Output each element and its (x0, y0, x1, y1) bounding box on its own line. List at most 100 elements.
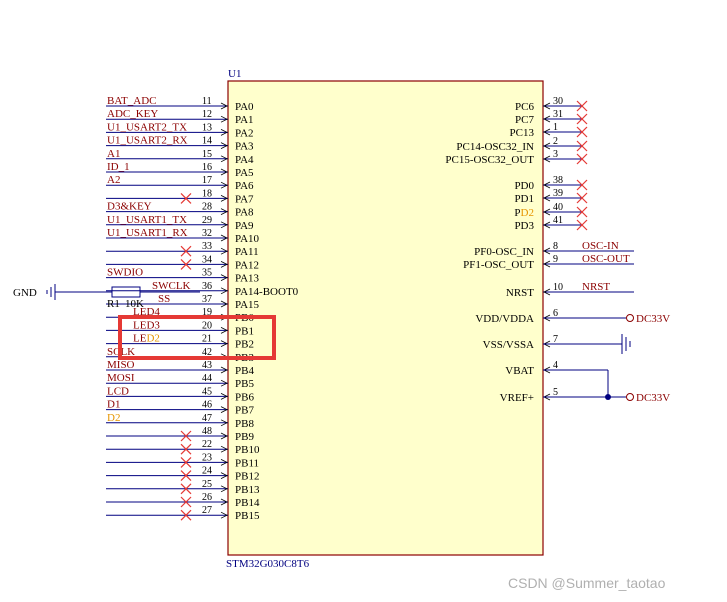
pin-name: PD2 (514, 207, 534, 219)
pin-name: PD3 (514, 220, 534, 232)
pin-number: 17 (202, 175, 212, 186)
pin-name: PB15 (235, 510, 260, 522)
pin-number: 45 (202, 386, 212, 397)
net-label: MISO (107, 359, 135, 371)
pin-name: PB14 (235, 497, 260, 509)
pin-number: 4 (553, 360, 558, 371)
pin-number: 7 (553, 334, 558, 345)
pin-number: 25 (202, 479, 212, 490)
net-label: LCD (107, 385, 129, 397)
net-label: U1_USART1_TX (107, 214, 187, 226)
pin-number: 35 (202, 268, 212, 279)
pin-name: PA9 (235, 220, 254, 232)
pin-number: 44 (202, 373, 212, 384)
pin-number: 47 (202, 413, 212, 424)
pin-name: PA15 (235, 299, 260, 311)
pin-name: PA1 (235, 114, 254, 126)
pin-name: PB11 (235, 457, 259, 469)
pin-name: PB1 (235, 325, 254, 337)
pin-number: 12 (202, 109, 212, 120)
net-label: D3&KEY (107, 201, 152, 213)
chip-part-number: STM32G030C8T6 (226, 558, 310, 570)
net-label: BAT_ADC (107, 95, 157, 107)
net-label: OSC-IN (582, 240, 619, 252)
net-label: U1_USART2_RX (107, 135, 188, 147)
net-label: U1_USART2_TX (107, 121, 187, 133)
vbat-vref-net: DC33V (543, 369, 670, 404)
pin-number: 8 (553, 241, 558, 252)
pin-number: 3 (553, 149, 558, 160)
pin-number: 29 (202, 215, 212, 226)
resistor-value: 10K (125, 298, 144, 310)
pin-name: PA12 (235, 259, 259, 271)
pin-name: PA6 (235, 180, 254, 192)
net-label: D1 (107, 399, 120, 411)
pin-number: 18 (202, 188, 212, 199)
pin-name: PB4 (235, 365, 254, 377)
dc33v-port-2 (626, 393, 634, 401)
net-label: MOSI (107, 372, 135, 384)
schematic: U1 STM32G030C8T6 PA011BAT_ADCPA112ADC_KE… (13, 68, 670, 591)
pin-name: PD0 (514, 180, 534, 192)
net-label: OSC-OUT (582, 253, 630, 265)
pin-name: PD1 (514, 193, 534, 205)
pin-number: 26 (202, 492, 212, 503)
pin-name: VBAT (505, 365, 534, 377)
pin-name: PB13 (235, 484, 260, 496)
net-label: U1_USART1_RX (107, 227, 188, 239)
pin-name: NRST (506, 287, 534, 299)
pin-number: 20 (202, 320, 212, 331)
pin-name: VDD/VDDA (475, 313, 534, 325)
pin-number: 48 (202, 426, 212, 437)
pin-name: PB10 (235, 444, 260, 456)
pin-number: 32 (202, 228, 212, 239)
pin-number: 30 (553, 96, 563, 107)
pin-name: PA14-BOOT0 (235, 286, 299, 298)
gnd-label: GND (13, 287, 37, 299)
pin-name: PB2 (235, 339, 254, 351)
net-label: LED3 (133, 319, 160, 331)
resistor-r1 (111, 286, 141, 298)
junction-dot (605, 394, 611, 400)
vdd-net: DC33V (543, 313, 670, 325)
pin-number: 23 (202, 452, 212, 463)
pin-name: PB9 (235, 431, 254, 443)
net-label: A2 (107, 174, 120, 186)
net-label: SS (158, 293, 170, 305)
pin-number: 34 (202, 254, 212, 265)
pin-name: VREF+ (500, 392, 534, 404)
net-label: LED2 (133, 333, 160, 345)
pin-name: PA5 (235, 167, 254, 179)
net-label: ADC_KEY (107, 108, 158, 120)
pin-number: 27 (202, 505, 212, 516)
pin-number: 10 (553, 282, 563, 293)
pin-name: PB5 (235, 378, 254, 390)
pin-number: 40 (553, 202, 563, 213)
pin-number: 16 (202, 162, 212, 173)
dc33v-port (626, 314, 634, 322)
pin-name: PB8 (235, 418, 254, 430)
pin-name: PC15-OSC32_OUT (445, 154, 534, 166)
net-label: SWDIO (107, 267, 143, 279)
pin-name: PA3 (235, 141, 254, 153)
pin-name: PA2 (235, 127, 254, 139)
net-label: ID_1 (107, 161, 130, 173)
pin-number: 33 (202, 241, 212, 252)
pin-number: 21 (202, 334, 212, 345)
net-label: NRST (582, 281, 610, 293)
pin-number: 1 (553, 122, 558, 133)
pin-number: 24 (202, 466, 212, 477)
pin-number: 38 (553, 175, 563, 186)
pin-number: 46 (202, 400, 212, 411)
pin-name: PA7 (235, 193, 254, 205)
pin-name: PF0-OSC_IN (474, 246, 534, 258)
pin-name: PC14-OSC32_IN (456, 141, 534, 153)
pin-number: 2 (553, 136, 558, 147)
watermark: CSDN @Summer_taotao (508, 575, 666, 591)
pin-name: PC6 (515, 101, 534, 113)
pin-number: 15 (202, 149, 212, 160)
net-label: SWCLK (152, 280, 191, 292)
pin-number: 14 (202, 136, 212, 147)
pin-name: PB12 (235, 471, 259, 483)
pin-name: PF1-OSC_OUT (463, 259, 534, 271)
